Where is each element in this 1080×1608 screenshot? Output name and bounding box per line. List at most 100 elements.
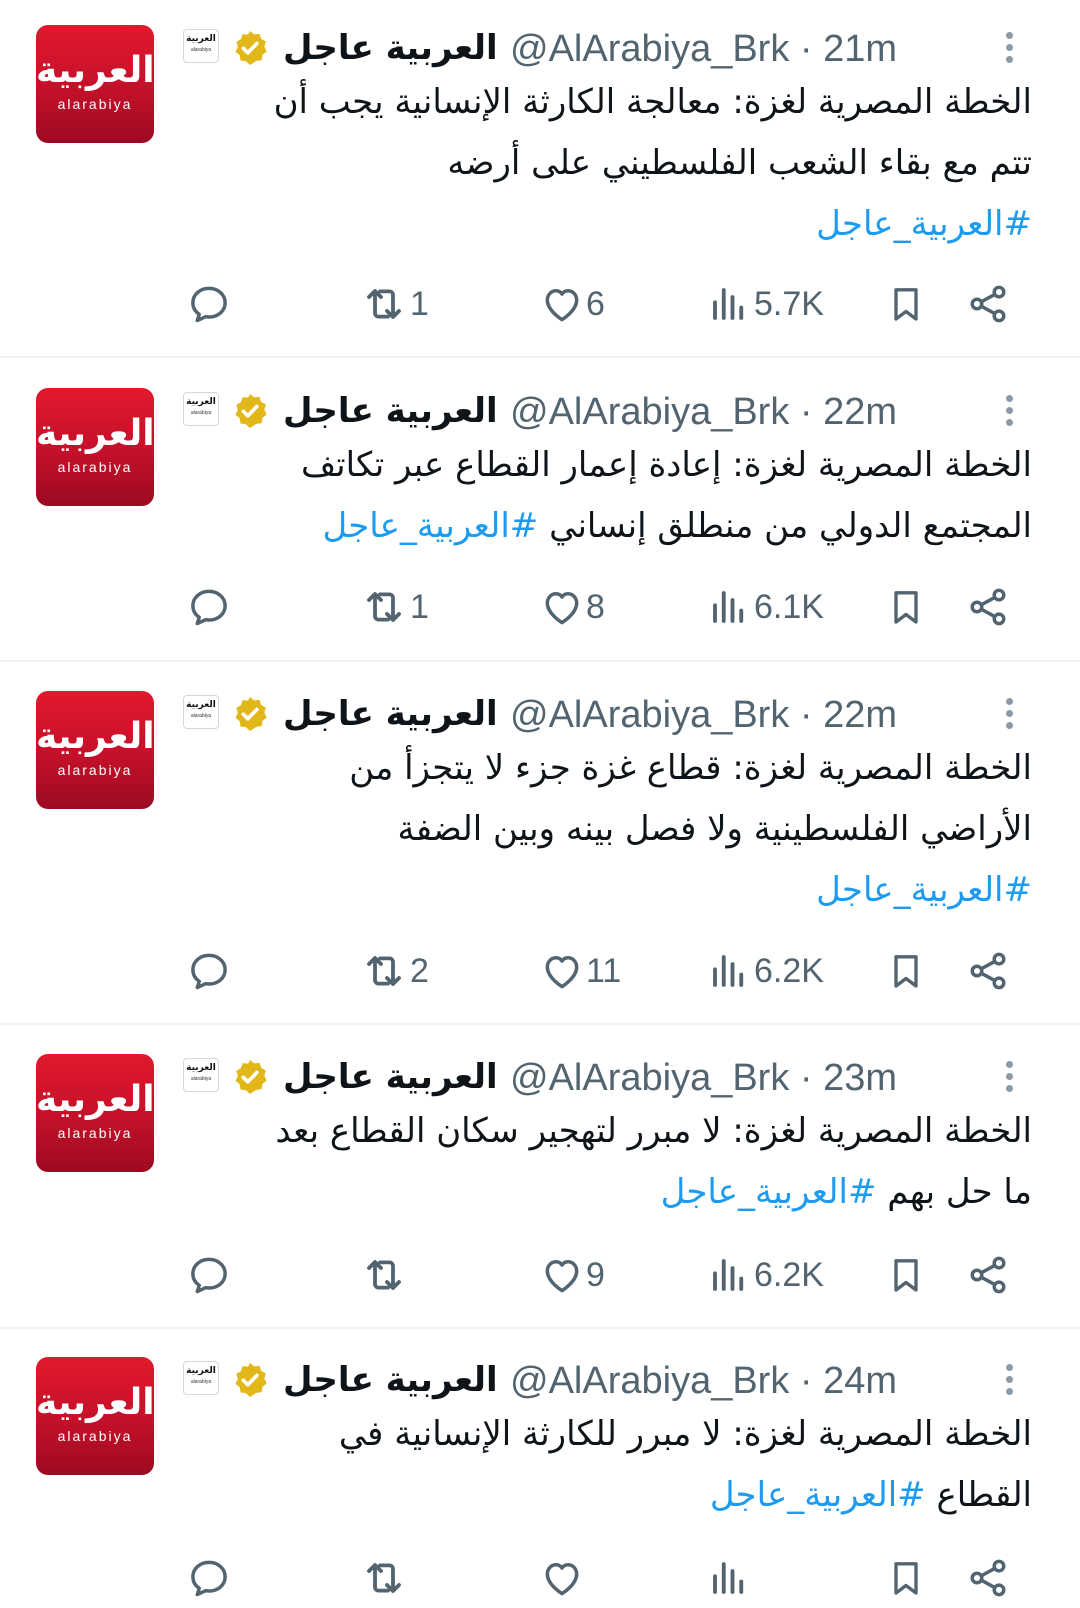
verified-badge-icon[interactable] <box>230 28 270 68</box>
more-icon[interactable] <box>997 1364 1021 1404</box>
hashtag-link[interactable]: #العربية_عاجل <box>710 1475 926 1515</box>
share-button[interactable] <box>966 941 1010 1001</box>
retweet-button[interactable]: 1 <box>360 577 429 637</box>
handle-and-time[interactable]: @AlArabiya_Brk · 22m <box>510 388 897 436</box>
affiliate-badge[interactable]: العربية alarabiya <box>183 695 219 729</box>
display-name[interactable]: العربية عاجل <box>283 1356 498 1404</box>
avatar[interactable]: العربية alarabiya <box>36 25 154 143</box>
more-icon[interactable] <box>997 698 1021 738</box>
bookmark-icon <box>894 1562 918 1595</box>
display-name[interactable]: العربية عاجل <box>283 1053 498 1101</box>
avatar[interactable]: العربية alarabiya <box>36 388 154 506</box>
display-name[interactable]: العربية عاجل <box>283 690 498 738</box>
reply-button[interactable] <box>187 941 231 1001</box>
timestamp[interactable]: · 24m <box>800 1360 897 1402</box>
affiliate-badge[interactable]: العربية alarabiya <box>183 29 219 63</box>
heart-icon <box>545 1260 579 1293</box>
views-icon <box>713 1562 744 1594</box>
views-button[interactable]: 5.7K <box>708 274 824 334</box>
retweet-button[interactable]: 2 <box>360 941 429 1001</box>
reply-button[interactable] <box>187 577 231 637</box>
affiliate-badge-latin: alarabiya <box>190 1076 212 1082</box>
bookmark-button[interactable] <box>886 941 926 1001</box>
share-button[interactable] <box>966 1245 1010 1305</box>
tweet-text-line: الخطة المصرية لغزة: لا مبرر لتهجير سكان … <box>182 1101 1032 1162</box>
tweet-text-line: الخطة المصرية لغزة: قطاع غزة جزء لا يتجز… <box>182 738 1032 799</box>
affiliate-badge[interactable]: العربية alarabiya <box>183 1361 219 1395</box>
tweet-text-line: #العربية_عاجل <box>182 194 1032 255</box>
avatar-logo-arabic: العربية <box>36 1079 154 1120</box>
tweet-text-content: القطاع <box>936 1475 1032 1515</box>
affiliate-badge-arabic: العربية <box>186 34 216 44</box>
verified-badge-icon[interactable] <box>230 694 270 734</box>
share-icon <box>970 952 1006 990</box>
tweet-text: الخطة المصرية لغزة: لا مبرر للكارثة الإن… <box>182 1404 1032 1526</box>
reply-button[interactable] <box>187 1245 231 1305</box>
avatar[interactable]: العربية alarabiya <box>36 1054 154 1172</box>
share-button[interactable] <box>966 274 1010 334</box>
heart-icon <box>545 1563 579 1596</box>
views-icon <box>713 1259 744 1291</box>
retweet-button[interactable]: 1 <box>360 274 429 334</box>
share-button[interactable] <box>966 1548 1010 1608</box>
reply-icon <box>191 953 227 990</box>
retweet-icon <box>367 1563 401 1593</box>
bookmark-button[interactable] <box>886 1245 926 1305</box>
like-button[interactable] <box>540 1548 586 1608</box>
verified-badge-icon[interactable] <box>230 1057 270 1097</box>
user-handle: @AlArabiya_Brk <box>510 1057 790 1099</box>
handle-and-time[interactable]: @AlArabiya_Brk · 21m <box>510 25 897 73</box>
handle-and-time[interactable]: @AlArabiya_Brk · 23m <box>510 1054 897 1102</box>
views-button[interactable] <box>708 1548 754 1608</box>
tweet-actions: 2 11 6.2K <box>0 941 1080 1001</box>
like-button[interactable]: 11 <box>540 941 621 1001</box>
retweet-count: 2 <box>410 951 429 990</box>
like-button[interactable]: 9 <box>540 1245 605 1305</box>
bookmark-button[interactable] <box>886 274 926 334</box>
timestamp[interactable]: · 21m <box>800 28 897 70</box>
display-name[interactable]: العربية عاجل <box>283 24 498 72</box>
verified-badge-icon[interactable] <box>230 391 270 431</box>
retweet-button[interactable] <box>360 1548 410 1608</box>
avatar[interactable]: العربية alarabiya <box>36 691 154 809</box>
timestamp[interactable]: · 23m <box>800 1057 897 1099</box>
tweet-text-line: ما حل بهم #العربية_عاجل <box>182 1162 1032 1223</box>
views-button[interactable]: 6.2K <box>708 941 824 1001</box>
affiliate-badge[interactable]: العربية alarabiya <box>183 1058 219 1092</box>
share-button[interactable] <box>966 577 1010 637</box>
share-icon <box>970 1256 1006 1294</box>
tweet-text-content: الخطة المصرية لغزة: إعادة إعمار القطاع ع… <box>300 445 1032 485</box>
bookmark-button[interactable] <box>886 577 926 637</box>
display-name[interactable]: العربية عاجل <box>283 387 498 435</box>
views-count: 6.2K <box>754 1255 824 1294</box>
timestamp[interactable]: · 22m <box>800 694 897 736</box>
avatar-logo-latin: alarabiya <box>57 459 133 475</box>
handle-and-time[interactable]: @AlArabiya_Brk · 22m <box>510 691 897 739</box>
more-icon[interactable] <box>997 395 1021 435</box>
verified-badge-icon[interactable] <box>230 1360 270 1400</box>
hashtag-link[interactable]: #العربية_عاجل <box>322 506 538 546</box>
more-icon[interactable] <box>997 32 1021 72</box>
views-button[interactable]: 6.2K <box>708 1245 824 1305</box>
retweet-button[interactable] <box>360 1245 410 1305</box>
hashtag-link[interactable]: #العربية_عاجل <box>816 204 1032 244</box>
affiliate-badge-latin: alarabiya <box>190 47 212 53</box>
timestamp[interactable]: · 22m <box>800 391 897 433</box>
hashtag-link[interactable]: #العربية_عاجل <box>816 870 1032 910</box>
like-button[interactable]: 6 <box>540 274 605 334</box>
bookmark-button[interactable] <box>886 1548 926 1608</box>
like-button[interactable]: 8 <box>540 577 605 637</box>
reply-button[interactable] <box>187 1548 231 1608</box>
verified-badge-icon <box>235 394 267 428</box>
views-button[interactable]: 6.1K <box>708 577 824 637</box>
handle-and-time[interactable]: @AlArabiya_Brk · 24m <box>510 1357 897 1405</box>
avatar[interactable]: العربية alarabiya <box>36 1357 154 1475</box>
tweet-text-content: تتم مع بقاء الشعب الفلسطيني على أرضه <box>447 143 1032 183</box>
retweet-icon <box>367 1260 401 1290</box>
tweet-text-content: الأراضي الفلسطينية ولا فصل بينه وبين الض… <box>397 809 1033 849</box>
more-icon[interactable] <box>997 1061 1021 1101</box>
affiliate-badge-latin: alarabiya <box>190 713 212 719</box>
hashtag-link[interactable]: #العربية_عاجل <box>661 1172 877 1212</box>
reply-button[interactable] <box>187 274 231 334</box>
affiliate-badge[interactable]: العربية alarabiya <box>183 392 219 426</box>
